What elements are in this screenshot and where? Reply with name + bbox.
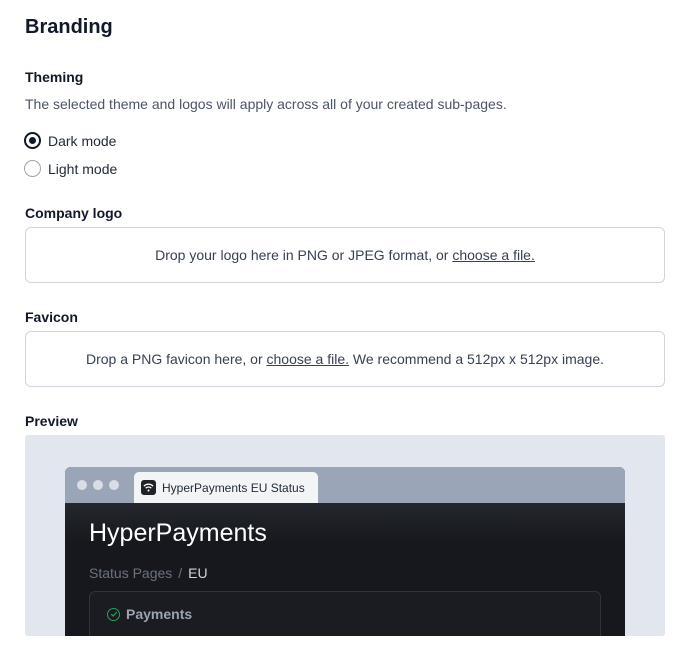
check-circle-icon xyxy=(107,607,120,621)
window-dot-icon xyxy=(77,480,87,490)
breadcrumb-current: EU xyxy=(188,565,208,581)
preview-browser-window: HyperPayments EU Status HyperPayments St… xyxy=(65,467,625,636)
breadcrumb: Status Pages / EU xyxy=(89,565,208,581)
favicon-dropzone[interactable]: Drop a PNG favicon here, or choose a fil… xyxy=(25,331,665,387)
breadcrumb-parent: Status Pages xyxy=(89,565,173,581)
favicon-recommendation-text: We recommend a 512px x 512px image. xyxy=(349,351,605,367)
company-logo-dropzone[interactable]: Drop your logo here in PNG or JPEG forma… xyxy=(25,227,665,283)
theming-label: Theming xyxy=(25,69,84,85)
page-title: Branding xyxy=(25,16,113,38)
component-name: Payments xyxy=(126,606,193,622)
status-page-preview: HyperPayments Status Pages / EU Payments xyxy=(65,503,625,636)
light-mode-label: Light mode xyxy=(48,160,118,177)
dark-mode-label: Dark mode xyxy=(48,132,117,149)
dark-mode-radio-indicator[interactable] xyxy=(24,132,41,149)
light-mode-radio-indicator[interactable] xyxy=(24,160,41,177)
favicon-choose-file-link[interactable]: choose a file. xyxy=(267,351,350,367)
theming-description: The selected theme and logos will apply … xyxy=(25,96,507,112)
browser-chrome: HyperPayments EU Status xyxy=(65,467,625,503)
preview-panel: HyperPayments EU Status HyperPayments St… xyxy=(25,435,665,636)
component-row: Payments xyxy=(107,606,192,622)
dark-mode-radio[interactable]: Dark mode xyxy=(24,132,116,149)
favicon-drop-text: Drop a PNG favicon here, or xyxy=(85,351,267,367)
company-logo-choose-file-link[interactable]: choose a file. xyxy=(452,247,535,263)
status-page-brand: HyperPayments xyxy=(89,519,267,547)
browser-tab-title: HyperPayments EU Status xyxy=(162,480,305,495)
wifi-icon xyxy=(141,480,156,495)
window-dot-icon xyxy=(93,480,103,490)
preview-label: Preview xyxy=(25,413,78,429)
favicon-label: Favicon xyxy=(25,309,78,325)
light-mode-radio[interactable]: Light mode xyxy=(24,160,117,177)
component-card: Payments xyxy=(89,591,601,636)
window-dot-icon xyxy=(109,480,119,490)
browser-tab: HyperPayments EU Status xyxy=(134,472,318,503)
breadcrumb-separator: / xyxy=(178,565,183,581)
company-logo-label: Company logo xyxy=(25,205,123,221)
company-logo-drop-text: Drop your logo here in PNG or JPEG forma… xyxy=(155,247,453,263)
